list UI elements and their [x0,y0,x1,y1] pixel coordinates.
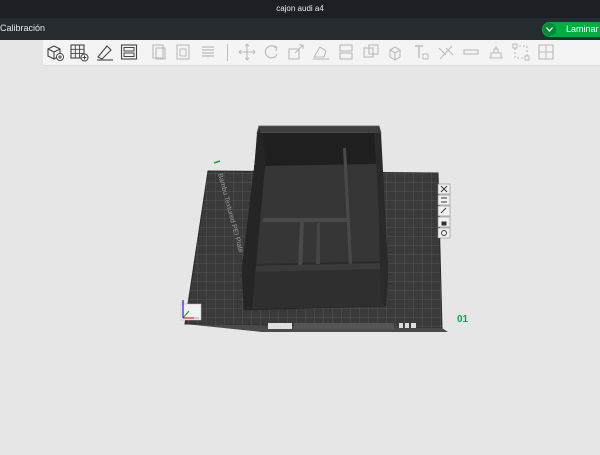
slice-button[interactable]: Laminar [542,22,600,37]
plate-indicator [411,323,416,328]
plate-side-toolbar [437,183,451,239]
text-icon[interactable] [436,42,456,62]
menu-bar: Calibración Laminar [0,18,600,40]
toolbar [43,40,600,66]
auto-orient-icon[interactable] [95,42,115,62]
plate-indicator [399,323,403,328]
layers-icon[interactable] [198,42,218,62]
window-title: cajon audi a4 [276,4,324,13]
arrange-plate-icon[interactable] [437,194,451,206]
scale-icon[interactable] [286,42,306,62]
color-paint-icon[interactable] [486,42,506,62]
copy-icon[interactable] [149,42,169,62]
lay-on-face-icon[interactable] [311,42,331,62]
seam-paint-icon[interactable] [461,42,481,62]
boolean-icon[interactable] [386,42,406,62]
plate-number: 01 [457,314,469,325]
rotate-icon[interactable] [261,42,281,62]
plate-name-tag [268,323,292,329]
title-bar: cajon audi a4 [0,0,600,18]
plate-indicator [405,323,409,328]
move-icon[interactable] [237,42,257,62]
plate-settings-icon[interactable] [437,227,451,239]
toolbar-separator [227,44,228,61]
tab-calibration[interactable]: Calibración [0,23,45,33]
cut-icon[interactable] [361,42,381,62]
plate-info-strip [294,323,394,329]
slice-button-label: Laminar [566,24,599,34]
measure-icon[interactable] [511,42,531,62]
assembly-icon[interactable] [536,42,556,62]
add-plate-icon[interactable] [69,42,89,62]
orient-plate-icon[interactable] [437,205,451,217]
add-object-icon[interactable] [45,42,65,62]
arrange-icon[interactable] [119,42,139,62]
3d-viewport[interactable]: Bambu Textured PEI Plate 01 [0,66,600,450]
support-paint-icon[interactable] [411,42,431,62]
paste-icon[interactable] [173,42,193,62]
chevron-down-icon[interactable] [543,23,556,36]
plate-marker-icon [213,160,221,164]
3d-model-box[interactable] [241,125,389,311]
split-icon[interactable] [336,42,356,62]
